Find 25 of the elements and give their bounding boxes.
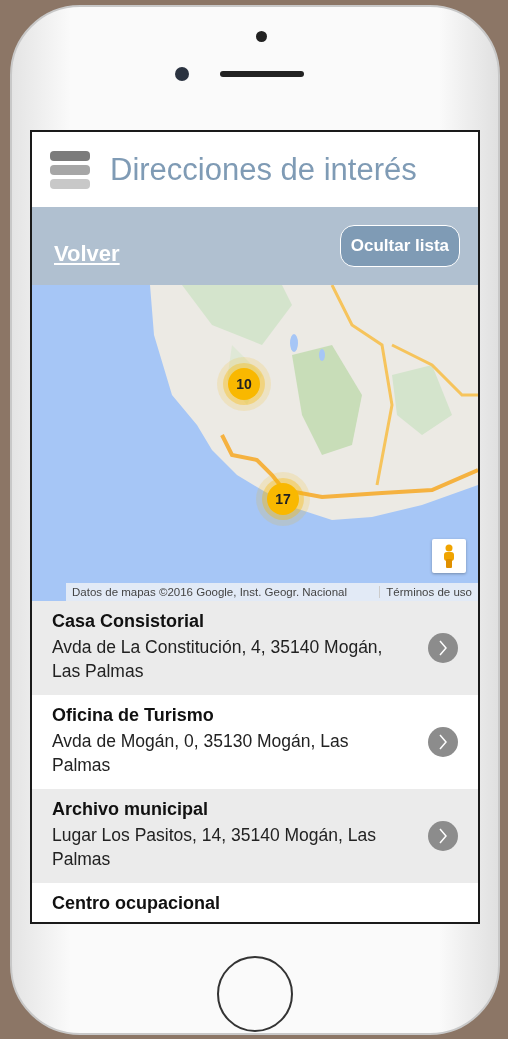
- place-address: Avda de La Constitución, 4, 35140 Mogán, Las Palmas: [52, 636, 384, 683]
- place-address: Avda de Mogán, 0, 35130 Mogán, Las Palmas: [52, 730, 350, 777]
- menu-icon[interactable]: [50, 150, 90, 189]
- chevron-button[interactable]: [428, 727, 458, 757]
- camera-icon: [175, 67, 189, 81]
- chevron-right-icon: [438, 734, 448, 750]
- chevron-right-icon: [438, 640, 448, 656]
- home-button[interactable]: [217, 956, 293, 1032]
- chevron-button[interactable]: [428, 821, 458, 851]
- place-address: Lugar Los Pasitos, 14, 35140 Mogán, Las Palmas: [52, 824, 377, 871]
- place-name: Centro ocupacional: [52, 893, 222, 914]
- place-name: Casa Consistorial: [52, 611, 206, 632]
- terms-link[interactable]: Términos de uso: [379, 586, 472, 598]
- sensor-icon: [256, 31, 267, 42]
- place-row[interactable]: Casa Consistorial Avda de La Constitución, 4, 35140 Mogán, Las Palmas: [32, 601, 478, 695]
- attribution-text: Datos de mapas ©2016 Google, Inst. Geogr. Nacional: [72, 586, 348, 598]
- page-title: Direcciones de interés: [110, 151, 417, 188]
- speaker-icon: [220, 71, 304, 77]
- chevron-right-icon: [438, 828, 448, 844]
- place-row[interactable]: Archivo municipal Lugar Los Pasitos, 14, 35140 Mogán, Las Palmas: [32, 789, 478, 883]
- pegman-button[interactable]: [432, 539, 466, 573]
- place-name: Archivo municipal: [52, 799, 210, 820]
- chevron-button[interactable]: [428, 633, 458, 663]
- person-icon: [442, 544, 456, 568]
- place-name: Oficina de Turismo: [52, 705, 215, 726]
